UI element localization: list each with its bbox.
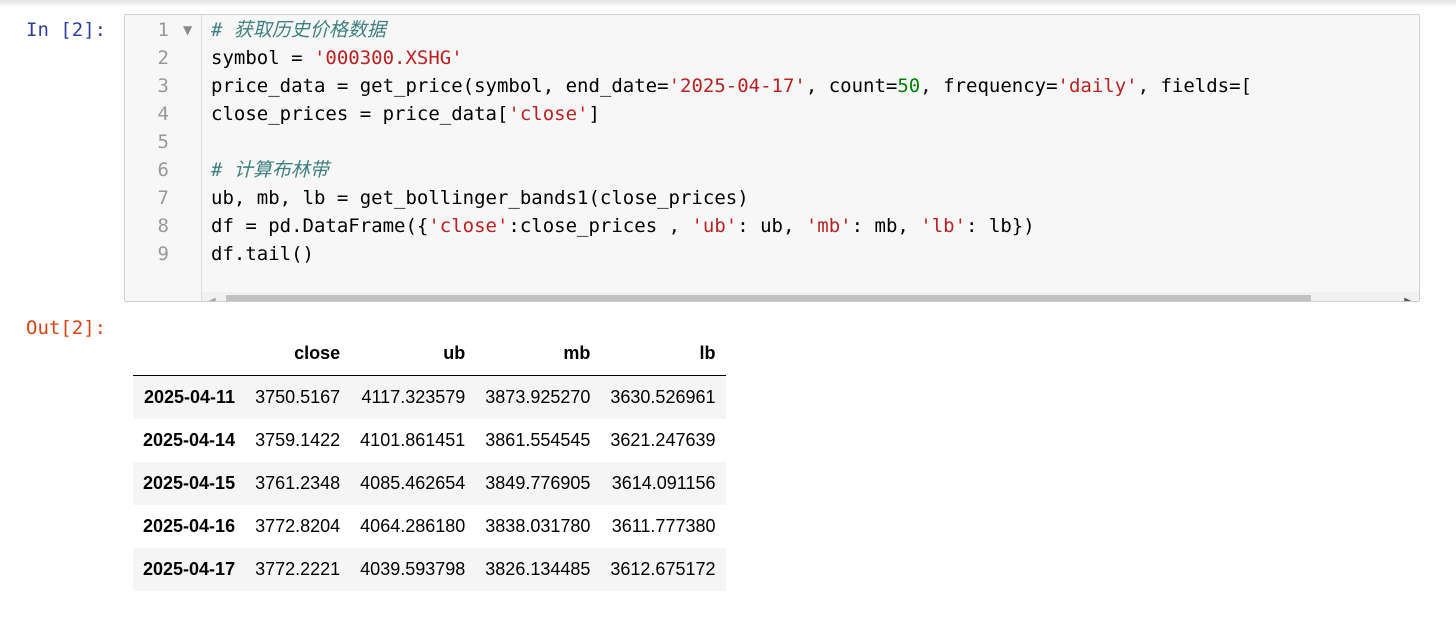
code-number-token: 50 (897, 75, 921, 97)
column-header-ub: ub (350, 332, 476, 376)
dataframe-table: close ub mb lb 2025-04-11 3750.5167 4117… (133, 332, 726, 591)
code-editor[interactable]: # 获取历史价格数据 symbol = '000300.XSHG' price_da… (211, 16, 1419, 268)
code-string-token: 'ub' (691, 215, 738, 237)
horizontal-scrollbar[interactable]: ◀ ▶ (202, 292, 1419, 301)
cell-close: 3759.1422 (255, 430, 341, 450)
code-string-token: '000300.XSHG' (313, 47, 463, 69)
line-number: 3 (157, 75, 169, 97)
line-number: 1 (157, 19, 169, 41)
code-token: , count= (805, 75, 898, 97)
output-prompt: Out[2]: (26, 317, 107, 339)
cell-close: 3761.2348 (255, 473, 341, 493)
code-string-token: 'lb' (920, 215, 967, 237)
code-token: ] (588, 103, 600, 125)
fold-caret-down-icon[interactable]: ▼ (183, 23, 192, 37)
code-line[interactable]: df.tail() (211, 240, 1419, 268)
cell-lb: 3614.091156 (611, 473, 716, 493)
row-index: 2025-04-16 (143, 516, 236, 536)
cell-lb: 3611.777380 (611, 516, 716, 536)
code-line[interactable]: price_data = get_price(symbol, end_date=… (211, 72, 1419, 100)
cell-mb: 3849.776905 (485, 473, 591, 493)
cell-lb: 3612.675172 (610, 559, 716, 579)
code-token: df.tail() (211, 243, 314, 265)
cell-mb: 3861.554545 (485, 430, 591, 450)
cell-lb: 3630.526961 (610, 387, 716, 407)
input-prompt: In [2]: (26, 19, 107, 41)
code-string-token: 'close' (508, 103, 589, 125)
scrollbar-thumb[interactable] (226, 295, 1311, 301)
row-index: 2025-04-11 (143, 387, 236, 407)
cell-mb: 3838.031780 (485, 516, 591, 536)
line-number-gutter: 1 2 3 4 5 6 7 8 9 ▼ (125, 15, 202, 301)
column-header-close: close (245, 332, 351, 376)
column-header-lb: lb (600, 332, 726, 376)
cell-mb: 3826.134485 (485, 559, 591, 579)
scroll-left-arrow-icon[interactable]: ◀ (208, 296, 216, 301)
table-row: 2025-04-11 3750.5167 4117.323579 3873.92… (133, 375, 726, 419)
code-string-token: 'close' (428, 215, 509, 237)
line-number: 4 (157, 103, 169, 125)
code-token: , fields=[ (1137, 75, 1252, 97)
cell-ub: 4117.323579 (361, 387, 466, 407)
cell-ub: 4064.286180 (360, 516, 466, 536)
code-comment-token: # 计算布林带 (211, 159, 329, 181)
cell-ub: 4039.593798 (360, 559, 466, 579)
cell-close: 3772.8204 (255, 516, 341, 536)
code-comment-token: # 获取历史价格数据 (211, 19, 386, 41)
scroll-right-arrow-icon[interactable]: ▶ (1404, 296, 1412, 301)
table-row: 2025-04-17 3772.2221 4039.593798 3826.13… (133, 548, 726, 591)
code-line[interactable]: symbol = '000300.XSHG' (211, 44, 1419, 72)
table-row: 2025-04-14 3759.1422 4101.861451 3861.55… (133, 419, 726, 462)
code-line[interactable] (211, 128, 1419, 156)
line-number: 6 (157, 159, 169, 181)
cell-close: 3750.5167 (255, 387, 341, 407)
code-line[interactable]: df = pd.DataFrame({'close':close_prices … (211, 212, 1419, 240)
code-token: : ub, (737, 215, 806, 237)
row-index: 2025-04-14 (143, 430, 236, 450)
code-string-token: '2025-04-17' (668, 75, 806, 97)
table-header-row: close ub mb lb (133, 332, 726, 376)
code-token: : lb}) (966, 215, 1035, 237)
table-row: 2025-04-16 3772.8204 4064.286180 3838.03… (133, 505, 726, 548)
line-number: 5 (157, 131, 169, 153)
row-index: 2025-04-17 (143, 559, 236, 579)
column-header-mb: mb (475, 332, 601, 376)
line-number: 9 (157, 243, 169, 265)
code-token: ub, mb, lb = get_bollinger_bands1(close_… (211, 187, 749, 209)
code-token: df = pd.DataFrame({ (211, 215, 429, 237)
line-number: 8 (157, 215, 169, 237)
code-string-token: 'mb' (805, 215, 852, 237)
code-line[interactable]: ub, mb, lb = get_bollinger_bands1(close_… (211, 184, 1419, 212)
table-row: 2025-04-15 3761.2348 4085.462654 3849.77… (133, 462, 726, 505)
cell-close: 3772.2221 (255, 559, 341, 579)
code-line[interactable]: close_prices = price_data['close'] (211, 100, 1419, 128)
cell-mb: 3873.925270 (485, 387, 591, 407)
row-index: 2025-04-15 (143, 473, 236, 493)
index-header (133, 332, 246, 376)
line-number: 7 (157, 187, 169, 209)
code-line[interactable]: # 计算布林带 (211, 156, 1419, 184)
code-token: , frequency= (920, 75, 1058, 97)
line-numbers: 1 2 3 4 5 6 7 8 9 (125, 16, 169, 268)
code-token: : mb, (851, 215, 921, 237)
code-token: :close_prices , (508, 215, 692, 237)
cell-lb: 3621.247639 (610, 430, 716, 450)
cell-ub: 4101.861451 (360, 430, 466, 450)
code-string-token: 'daily' (1057, 75, 1138, 97)
cell-ub: 4085.462654 (360, 473, 466, 493)
code-token: price_data = get_price(symbol, end_date= (211, 75, 669, 97)
code-cell[interactable]: 1 2 3 4 5 6 7 8 9 ▼ # 获取历史价格数据 symbol = '000300.X… (124, 14, 1420, 302)
code-token: symbol = (211, 47, 314, 69)
notebook-top-shadow (0, 0, 1456, 7)
code-token: close_prices = price_data[ (211, 103, 509, 125)
line-number: 2 (157, 47, 169, 69)
code-line[interactable]: # 获取历史价格数据 (211, 16, 1419, 44)
